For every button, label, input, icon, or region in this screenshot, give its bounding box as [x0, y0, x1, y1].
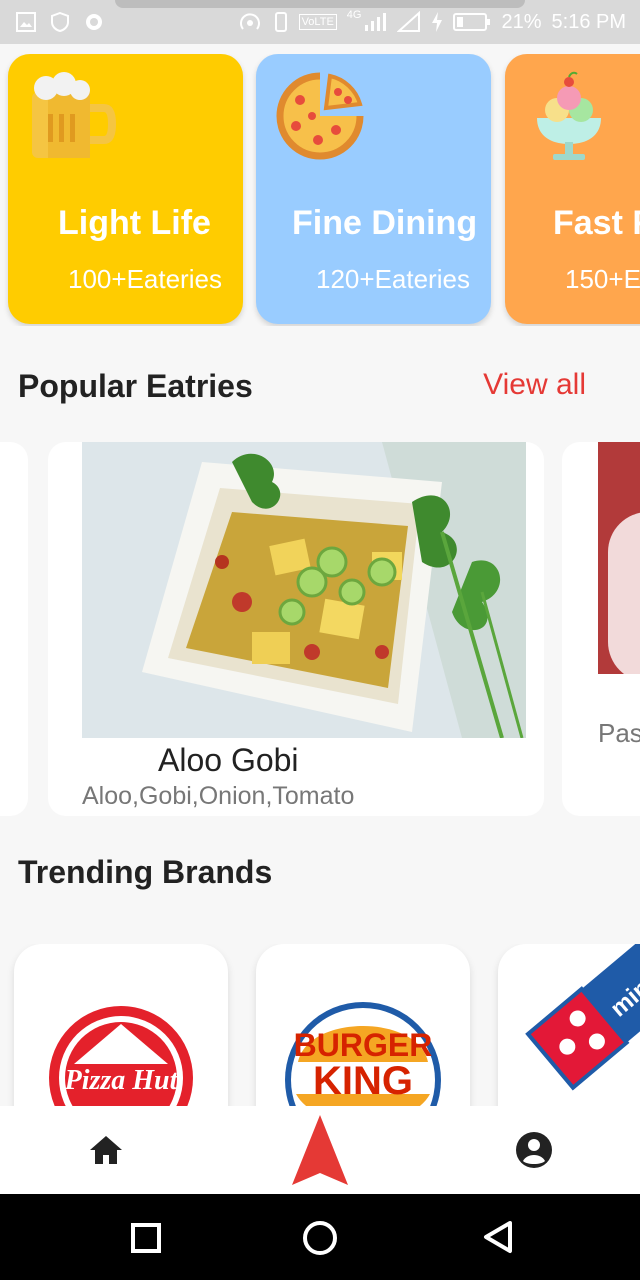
eatery-ingredients: Pas	[598, 718, 640, 748]
eatery-name: Aloo Gobi	[158, 742, 299, 778]
burger-king-logo-text-1: BURGER	[294, 1027, 433, 1063]
clock: 5:16 PM	[551, 10, 626, 33]
image-icon	[16, 12, 36, 32]
burger-king-logo-text-2: KING	[313, 1059, 413, 1103]
beer-mug-icon	[32, 72, 117, 158]
android-navigation-bar	[0, 1194, 640, 1280]
pizza-hut-logo: Pizza Hut	[49, 1006, 193, 1106]
navigation-arrow-icon	[292, 1115, 348, 1185]
battery-icon	[453, 13, 491, 31]
pizza-hut-logo-text: Pizza Hut	[64, 1065, 179, 1096]
view-all-link[interactable]: View all	[483, 368, 586, 402]
dominos-logo: mino	[525, 944, 640, 1091]
home-circle-icon[interactable]	[302, 1220, 338, 1256]
category-subtitle: 150+E	[565, 264, 640, 294]
volte-label: VoLTE	[298, 14, 337, 30]
nav-navigation-button[interactable]	[280, 1106, 360, 1194]
eatery-image	[82, 442, 526, 738]
eatery-image	[598, 442, 640, 674]
signal-icon	[365, 13, 387, 31]
eatery-ingredients: Aloo,Gobi,Onion,Tomato	[82, 782, 355, 810]
brand-card-pizza-hut[interactable]: Pizza Hut	[14, 944, 228, 1106]
pizza-icon	[276, 72, 364, 160]
charging-icon	[432, 12, 443, 32]
popular-eateries-carousel[interactable]: Aloo Gobi Aloo,Gobi,Onion,Tomato Pas	[0, 442, 640, 816]
category-subtitle: 120+Eateries	[316, 264, 470, 294]
battery-percent: 21%	[501, 10, 542, 33]
nav-profile-button[interactable]	[494, 1106, 574, 1194]
category-title: Light Life	[58, 204, 211, 242]
brand-card-burger-king[interactable]: BURGER KING	[256, 944, 470, 1106]
category-title: Fast F	[553, 204, 640, 242]
eatery-card-aloo-gobi[interactable]: Aloo Gobi Aloo,Gobi,Onion,Tomato	[48, 442, 544, 816]
recents-square-icon[interactable]	[130, 1222, 162, 1254]
circle-icon	[86, 14, 102, 30]
home-icon	[90, 1136, 122, 1164]
account-circle-icon	[516, 1132, 552, 1168]
trending-brands-carousel[interactable]: Pizza Hut BURGER KING mino	[0, 944, 640, 1106]
shield-icon	[51, 12, 69, 32]
ice-cream-sundae-icon	[537, 71, 601, 160]
category-card-fast-food[interactable]: Fast F 150+E	[505, 54, 640, 324]
category-carousel[interactable]: Light Life 100+Eateries Fine Dining 120+…	[0, 54, 640, 326]
eatery-card-left-partial[interactable]	[0, 442, 28, 816]
trending-brands-title: Trending Brands	[18, 854, 273, 890]
burger-king-logo: BURGER KING	[285, 1002, 441, 1106]
vibrate-icon	[274, 12, 287, 32]
category-card-fine-dining[interactable]: Fine Dining 120+Eateries	[256, 54, 491, 324]
hotspot-icon	[239, 13, 260, 30]
category-title: Fine Dining	[292, 204, 478, 242]
category-subtitle: 100+Eateries	[68, 264, 222, 294]
brand-card-dominos[interactable]: mino	[498, 944, 640, 1106]
aloo-gobi-photo	[82, 442, 526, 738]
popular-eateries-title: Popular Eatries	[18, 368, 253, 404]
signal-empty-icon	[397, 11, 421, 32]
status-bar: VoLTE 4G 21% 5:16 PM	[0, 0, 640, 44]
nav-home-button[interactable]	[66, 1106, 146, 1194]
network-label: 4G	[346, 9, 362, 21]
category-card-light-life[interactable]: Light Life 100+Eateries	[8, 54, 243, 324]
eatery-card-right-partial[interactable]: Pas	[562, 442, 640, 816]
back-triangle-icon[interactable]	[482, 1220, 514, 1254]
bottom-navigation	[0, 1106, 640, 1194]
